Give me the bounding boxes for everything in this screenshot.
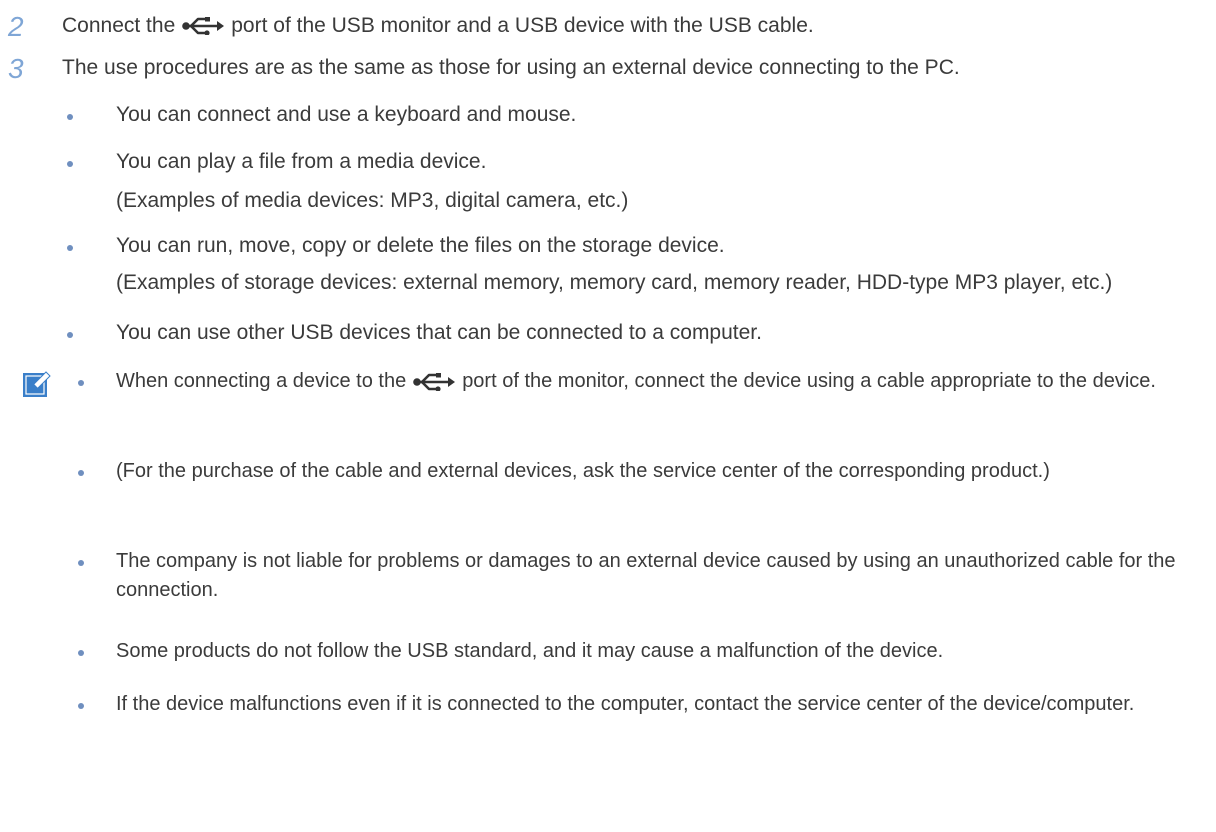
- list-item-detail: (Examples of media devices: MP3, digital…: [116, 189, 629, 212]
- note-item: (For the purchase of the cable and exter…: [116, 460, 1050, 482]
- note-text-end: port of the monitor, connect the device …: [462, 370, 1156, 392]
- usb-icon: [413, 372, 456, 391]
- bullet-icon: [78, 650, 84, 656]
- step-number: 2: [8, 11, 24, 42]
- note-pencil-icon: [23, 371, 51, 397]
- note-item: The company is not liable for problems o…: [116, 550, 1176, 601]
- bullet-icon: [67, 245, 73, 251]
- note-item: If the device malfunctions even if it is…: [116, 693, 1135, 715]
- note-item: Some products do not follow the USB stan…: [116, 640, 944, 662]
- bullet-icon: [78, 703, 84, 709]
- bullet-icon: [67, 332, 73, 338]
- step-text: The use procedures are as the same as th…: [62, 56, 960, 79]
- list-item: You can play a file from a media device.: [116, 150, 487, 173]
- bullet-icon: [67, 161, 73, 167]
- bullet-icon: [78, 380, 84, 386]
- note-item: When connecting a device to the port of t…: [116, 367, 1206, 396]
- list-item-detail: (Examples of storage devices: external m…: [116, 271, 1113, 294]
- step-number: 3: [8, 53, 24, 84]
- list-item: You can use other USB devices that can b…: [116, 321, 762, 344]
- note-text-start: When connecting a device to the: [116, 370, 407, 392]
- bullet-icon: [78, 560, 84, 566]
- bullet-icon: [67, 114, 73, 120]
- list-item: You can run, move, copy or delete the fi…: [116, 234, 725, 257]
- list-item: You can connect and use a keyboard and m…: [116, 103, 577, 126]
- step-text: Connect the port of the USB monitor and a…: [62, 12, 814, 40]
- usb-icon: [182, 17, 225, 36]
- bullet-icon: [78, 470, 84, 476]
- step-text-start: Connect the: [62, 14, 176, 37]
- step-text-end: port of the USB monitor and a USB device…: [231, 14, 814, 37]
